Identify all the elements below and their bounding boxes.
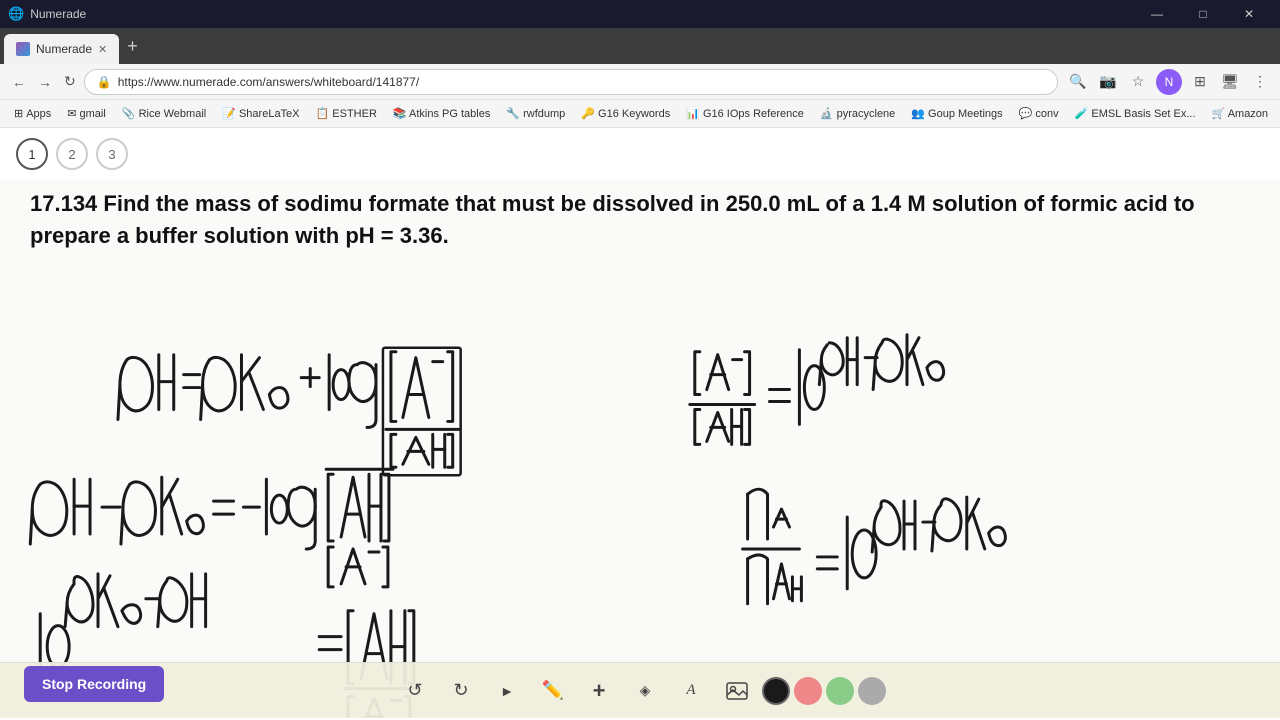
page-2-button[interactable]: 2 xyxy=(56,138,88,170)
whiteboard: 17.134 Find the mass of sodimu formate t… xyxy=(0,180,1280,718)
extensions-button[interactable]: 🔍 xyxy=(1066,70,1090,94)
bottom-toolbar: ↺ ↻ ► ✏️ + ◈ A xyxy=(0,662,1280,718)
bookmark-rwfdump[interactable]: 🔧 rwfdump xyxy=(500,105,571,122)
back-button[interactable]: ← xyxy=(8,70,30,94)
select-tool-button[interactable]: ► xyxy=(486,670,528,712)
page-3-button[interactable]: 3 xyxy=(96,138,128,170)
bookmark-esther[interactable]: 📋 ESTHER xyxy=(310,105,383,122)
color-gray[interactable] xyxy=(858,677,886,705)
apps-bm-icon: ⊞ xyxy=(14,107,23,120)
win-title: Numerade xyxy=(30,7,86,21)
tab-label: Numerade xyxy=(36,42,92,56)
question-text: 17.134 Find the mass of sodimu formate t… xyxy=(0,180,1280,256)
refresh-button[interactable]: ↻ xyxy=(60,69,80,94)
url-text: https://www.numerade.com/answers/whitebo… xyxy=(118,75,420,89)
camera-icon[interactable]: 📷 xyxy=(1096,70,1120,94)
text-button[interactable]: A xyxy=(670,670,712,712)
new-tab-button[interactable]: + xyxy=(127,36,138,57)
undo-button[interactable]: ↺ xyxy=(394,670,436,712)
bookmark-g16keywords[interactable]: 🔑 G16 Keywords xyxy=(575,105,676,122)
add-button[interactable]: + xyxy=(578,670,620,712)
main-content: 1 2 3 17.134 Find the mass of sodimu for… xyxy=(0,128,1280,718)
active-tab[interactable]: Numerade ✕ xyxy=(4,34,119,64)
close-button[interactable]: ✕ xyxy=(1226,0,1272,28)
tab-bar: Numerade ✕ + xyxy=(0,28,1280,64)
bookmarks-bar: ⊞ Apps ✉ gmail 📎 Rice Webmail 📝 ShareLaT… xyxy=(0,100,1280,128)
color-pink[interactable] xyxy=(794,677,822,705)
image-button[interactable] xyxy=(716,670,758,712)
maximize-button[interactable]: □ xyxy=(1180,0,1226,28)
bookmark-g16iops[interactable]: 📊 G16 IOps Reference xyxy=(680,105,810,122)
nav-bar: ← → ↻ 🔒 https://www.numerade.com/answers… xyxy=(0,64,1280,100)
bookmark-emsl[interactable]: 🧪 EMSL Basis Set Ex... xyxy=(1069,105,1202,122)
bookmark-amazon[interactable]: 🛒 Amazon xyxy=(1206,105,1275,122)
win-title-bar: 🌐 Numerade — □ ✕ xyxy=(0,0,1280,28)
lock-icon: 🔒 xyxy=(97,75,112,89)
address-bar[interactable]: 🔒 https://www.numerade.com/answers/white… xyxy=(84,69,1058,95)
redo-button[interactable]: ↻ xyxy=(440,670,482,712)
bookmark-conv[interactable]: 💬 conv xyxy=(1013,105,1065,122)
gmail-bm-icon: ✉ xyxy=(67,107,76,120)
tab-favicon xyxy=(16,42,30,56)
pen-tool-button[interactable]: ✏️ xyxy=(532,670,574,712)
bookmark-pyracyclene[interactable]: 🔬 pyracyclene xyxy=(814,105,901,122)
bookmark-goupmeetings[interactable]: 👥 Goup Meetings xyxy=(905,105,1008,122)
bookmark-apps[interactable]: ⊞ Apps xyxy=(8,105,57,122)
page-1-button[interactable]: 1 xyxy=(16,138,48,170)
handwriting-svg xyxy=(0,270,1280,718)
bookmark-ricewebmail[interactable]: 📎 Rice Webmail xyxy=(116,105,212,122)
bookmark-sharelatex[interactable]: 📝 ShareLaTeX xyxy=(216,105,305,122)
star-button[interactable]: ☆ xyxy=(1126,70,1150,94)
page-nav: 1 2 3 xyxy=(0,128,1280,180)
apps-icon[interactable]: ⊞ xyxy=(1188,70,1212,94)
win-controls: — □ ✕ xyxy=(1134,0,1272,28)
color-black[interactable] xyxy=(762,677,790,705)
win-favicon: 🌐 xyxy=(8,6,24,22)
tab-close-icon[interactable]: ✕ xyxy=(98,43,107,56)
profile-icon[interactable]: N xyxy=(1156,69,1182,95)
bookmark-atkins[interactable]: 📚 Atkins PG tables xyxy=(387,105,496,122)
forward-button[interactable]: → xyxy=(34,70,56,94)
bookmark-gmail[interactable]: ✉ gmail xyxy=(61,105,112,122)
color-green[interactable] xyxy=(826,677,854,705)
nav-icons: 🔍 📷 ☆ N ⊞ 🖥 ⋮ xyxy=(1066,69,1272,95)
menu-button[interactable]: ⋮ xyxy=(1248,70,1272,94)
stop-recording-button[interactable]: Stop Recording xyxy=(24,666,164,702)
eraser-button[interactable]: ◈ xyxy=(624,670,666,712)
minimize-button[interactable]: — xyxy=(1134,0,1180,28)
screen-icon[interactable]: 🖥 xyxy=(1218,70,1242,94)
